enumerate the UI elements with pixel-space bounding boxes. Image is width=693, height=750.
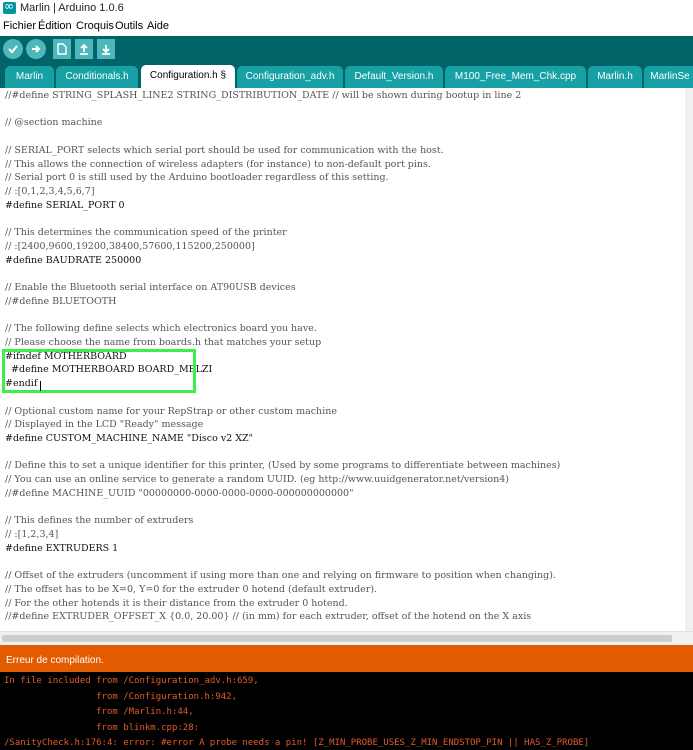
console-line: from /Marlin.h:44,	[4, 707, 194, 717]
menu-edition[interactable]: Édition	[38, 20, 72, 32]
tab-conditionals[interactable]: Conditionals.h	[56, 66, 138, 88]
console-line: In file included from /Configuration_adv…	[4, 676, 259, 686]
console-line: from /Configuration.h:942,	[4, 691, 237, 702]
new-button[interactable]	[53, 39, 71, 59]
toolbar	[0, 36, 693, 64]
tab-marlin[interactable]: Marlin	[5, 66, 54, 88]
title-bar: Marlin | Arduino 1.0.6	[0, 0, 693, 17]
vertical-scrollbar[interactable]	[685, 88, 693, 631]
code-line: // Please choose the name from boards.h …	[5, 336, 322, 348]
code-line: // This defines the number of extruders	[5, 515, 194, 527]
menu-fichier[interactable]: Fichier	[3, 20, 36, 32]
code-line: #define CUSTOM_MACHINE_NAME "Disco v2 XZ…	[5, 433, 254, 444]
code-line: // You can use an online service to gene…	[5, 474, 509, 486]
code-line: // Optional custom name for your RepStra…	[5, 405, 337, 417]
open-button[interactable]	[75, 39, 93, 59]
status-bar: Erreur de compilation.	[0, 645, 693, 672]
highlight-box	[2, 349, 196, 393]
code-line: #define BAUDRATE 250000	[5, 254, 142, 266]
console-line: from blinkm.cpp:28:	[4, 722, 200, 733]
tab-configuration-adv[interactable]: Configuration_adv.h	[237, 66, 343, 88]
status-message: Erreur de compilation.	[6, 655, 104, 666]
menu-outils[interactable]: Outils	[115, 20, 143, 32]
menu-croquis[interactable]: Croquis	[76, 20, 114, 32]
menu-aide[interactable]: Aide	[147, 20, 169, 32]
code-line: // :[0,1,2,3,4,5,6,7]	[5, 186, 95, 198]
text-cursor	[40, 381, 41, 391]
save-icon	[102, 45, 110, 55]
code-line: // For the other hotends it is their dis…	[5, 597, 348, 609]
window-title: Marlin | Arduino 1.0.6	[20, 2, 124, 14]
code-line: //#define EXTRUDER_OFFSET_X {0.0, 20.00}…	[5, 611, 532, 623]
menu-bar: Fichier Édition Croquis Outils Aide	[0, 17, 693, 36]
open-icon	[80, 43, 88, 55]
upload-icon	[32, 45, 41, 53]
code-line: #define EXTRUDERS 1	[5, 542, 119, 554]
code-line: //#define MACHINE_UUID "00000000-0000-00…	[5, 487, 354, 499]
scrollbar-thumb[interactable]	[2, 635, 672, 642]
code-line: // Enable the Bluetooth serial interface…	[5, 282, 296, 294]
code-line: //#define BLUETOOTH	[5, 295, 117, 307]
upload-button[interactable]	[26, 39, 46, 59]
code-line: // :[1,2,3,4]	[5, 529, 59, 541]
verify-button[interactable]	[3, 39, 23, 59]
code-line: // The following define selects which el…	[5, 323, 317, 335]
code-line: //#define STRING_SPLASH_LINE2 STRING_DIS…	[5, 90, 522, 101]
code-line: // :[2400,9600,19200,38400,57600,115200,…	[5, 240, 255, 252]
code-line: // The offset has to be X=0, Y=0 for the…	[5, 583, 378, 595]
code-line: // Offset of the extruders (uncomment if…	[5, 570, 556, 582]
code-line: // This determines the communication spe…	[5, 227, 287, 239]
code-line: // Displayed in the LCD "Ready" message	[5, 419, 204, 431]
new-icon	[57, 43, 67, 55]
tab-m100-free-mem[interactable]: M100_Free_Mem_Chk.cpp	[445, 66, 586, 88]
arduino-logo-icon	[3, 0, 16, 14]
console-line: /SanityCheck.h:176:4: error: #error A pr…	[4, 738, 590, 748]
tab-configuration[interactable]: Configuration.h §	[141, 65, 235, 88]
console-output[interactable]: In file included from /Configuration_adv…	[0, 672, 693, 750]
code-line: // SERIAL_PORT selects which serial port…	[5, 144, 444, 156]
save-button[interactable]	[97, 39, 115, 59]
code-line: // Define this to set a unique identifie…	[5, 460, 561, 472]
code-line: #define SERIAL_PORT 0	[5, 199, 125, 211]
horizontal-scrollbar[interactable]	[0, 631, 693, 645]
code-line: // This allows the connection of wireles…	[5, 158, 431, 170]
tab-bar: Marlin Conditionals.h Configuration.h § …	[0, 64, 693, 88]
code-line: // Serial port 0 is still used by the Ar…	[5, 172, 389, 184]
code-line: // @section machine	[5, 117, 103, 129]
verify-icon	[8, 45, 18, 54]
tab-marlin-h[interactable]: Marlin.h	[588, 66, 642, 88]
tab-marlinserial[interactable]: MarlinSe	[644, 66, 693, 88]
tab-default-version[interactable]: Default_Version.h	[345, 66, 443, 88]
